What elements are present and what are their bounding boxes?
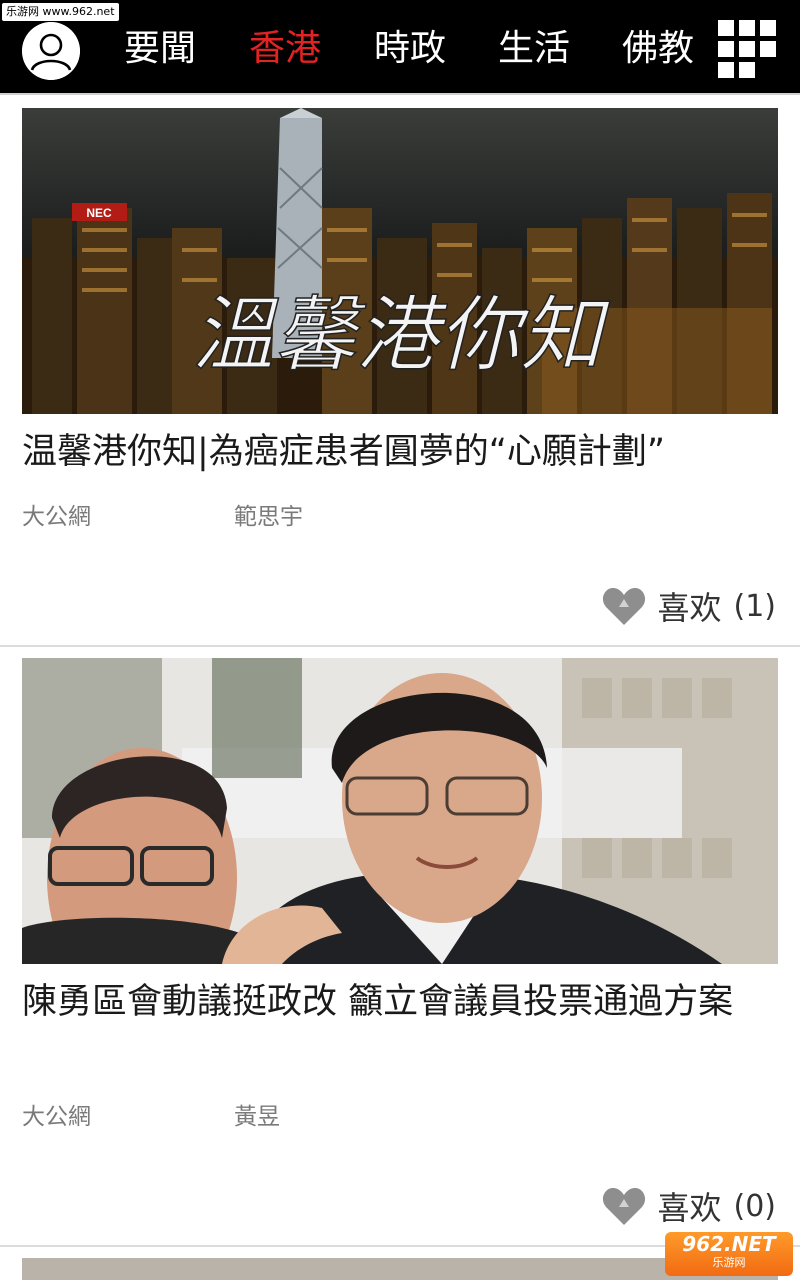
article-author: 範思宇 — [234, 504, 303, 530]
tab-life[interactable]: 生活 — [498, 24, 570, 74]
tab-buddhism[interactable]: 佛教 — [622, 24, 694, 74]
app-screen: 乐游网 www.962.net 要聞 香港 時政 生活 佛教 NEC 溫馨港你知… — [0, 0, 800, 1280]
site-watermark-logo: 962.NET 乐游网 — [665, 1232, 793, 1276]
heart-icon — [601, 585, 647, 627]
article-source: 大公網 — [22, 1104, 91, 1130]
image-overlay-title: 溫馨港你知 — [192, 288, 610, 383]
article-image[interactable] — [22, 658, 778, 964]
article-source: 大公網 — [22, 504, 91, 530]
top-nav-bar: 乐游网 www.962.net 要聞 香港 時政 生活 佛教 — [0, 0, 800, 95]
like-label: 喜欢 — [657, 589, 722, 627]
article-title[interactable]: 温馨港你知|為癌症患者圓夢的“心願計劃” — [22, 427, 778, 477]
article-title[interactable]: 陳勇區會動議挺政改 籲立會議員投票通過方案 — [22, 977, 778, 1027]
heart-icon — [601, 1185, 647, 1227]
like-count: (0) — [733, 1188, 777, 1224]
article-author: 黃昱 — [234, 1104, 280, 1130]
article-image[interactable]: NEC 溫馨港你知 — [22, 108, 778, 414]
tab-headlines[interactable]: 要聞 — [124, 24, 196, 74]
article-card[interactable]: 陳勇區會動議挺政改 籲立會議員投票通過方案 大公網 黃昱 喜欢 (0) — [0, 647, 800, 1247]
site-watermark: 乐游网 www.962.net — [2, 3, 119, 21]
svg-text:NEC: NEC — [86, 206, 112, 220]
like-button[interactable]: 喜欢 (0) — [601, 1181, 776, 1231]
like-button[interactable]: 喜欢 (1) — [601, 581, 776, 631]
like-label: 喜欢 — [657, 1189, 722, 1227]
like-count: (1) — [733, 588, 777, 624]
tab-politics[interactable]: 時政 — [374, 24, 446, 74]
user-profile-icon[interactable] — [22, 22, 80, 80]
article-card[interactable]: NEC 溫馨港你知 温馨港你知|為癌症患者圓夢的“心願計劃” 大公網 範思宇 喜… — [0, 97, 800, 647]
tab-hong-kong[interactable]: 香港 — [249, 24, 321, 74]
more-categories-grid-icon[interactable] — [718, 20, 778, 80]
